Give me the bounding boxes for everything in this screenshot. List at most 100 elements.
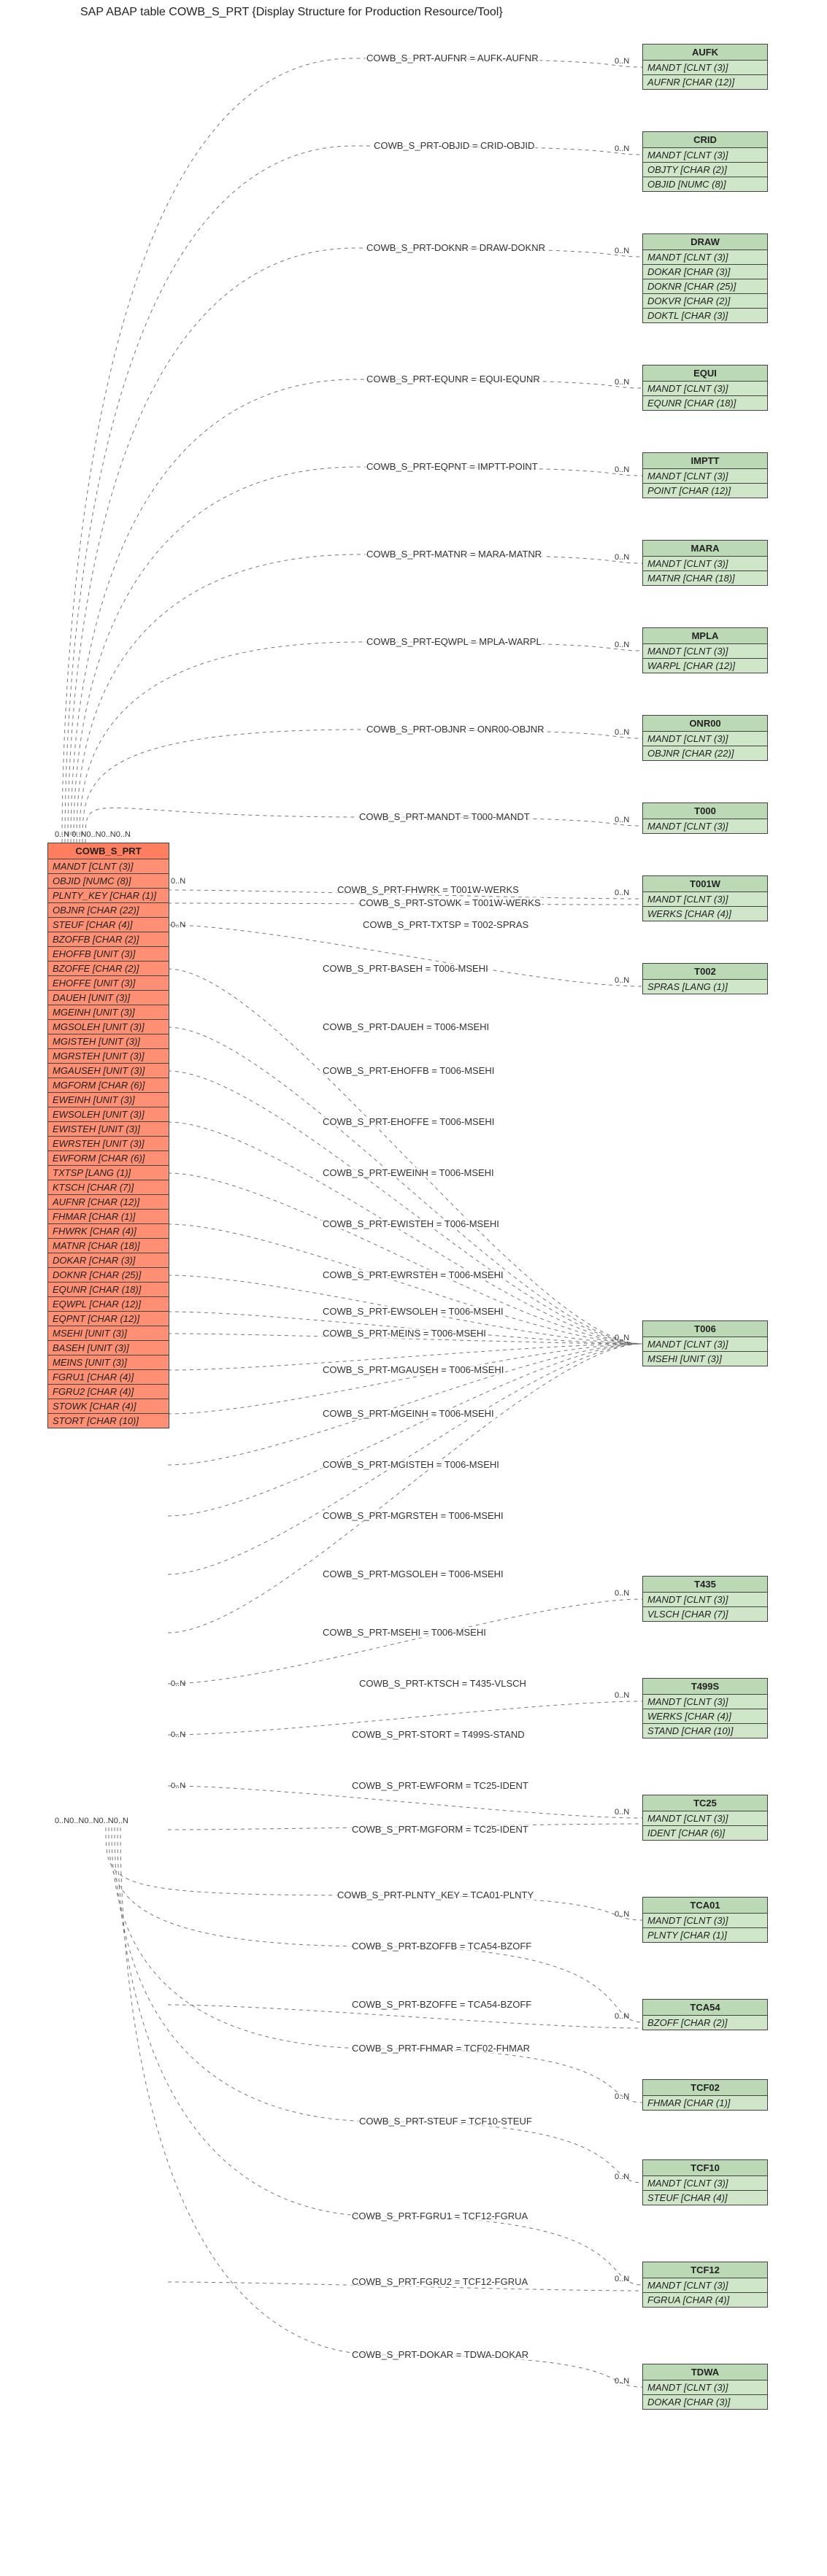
relation-label: COWB_S_PRT-AUFNR = AUFK-AUFNR [365, 53, 540, 63]
cardinality-label: 0..N [615, 57, 629, 66]
relation-label: COWB_S_PRT-MGEINH = T006-MSEHI [321, 1408, 496, 1419]
related-entity-field: STEUF [CHAR (4)] [643, 2191, 767, 2205]
relation-label: COWB_S_PRT-FHWRK = T001W-WERKS [336, 884, 520, 895]
related-entity-field: WARPL [CHAR (12)] [643, 659, 767, 673]
relation-label: COWB_S_PRT-EQUNR = EQUI-EQUNR [365, 374, 542, 384]
relation-label: COWB_S_PRT-BASEH = T006-MSEHI [321, 963, 490, 974]
main-entity-field: FHWRK [CHAR (4)] [48, 1224, 169, 1239]
related-entity-field: MANDT [CLNT (3)] [643, 382, 767, 396]
related-entity-field: MSEHI [UNIT (3)] [643, 1352, 767, 1366]
related-entity-field: MANDT [CLNT (3)] [643, 1337, 767, 1352]
related-entity-imptt: IMPTTMANDT [CLNT (3)]POINT [CHAR (12)] [642, 452, 768, 498]
main-entity-field: FHMAR [CHAR (1)] [48, 1210, 169, 1224]
related-entity-field: MANDT [CLNT (3)] [643, 1695, 767, 1709]
relation-label: COWB_S_PRT-STORT = T499S-STAND [350, 1729, 526, 1740]
main-entity-field: MGEINH [UNIT (3)] [48, 1005, 169, 1020]
cardinality-bottom: 0..N0..N0..N0..N0..N [55, 1817, 128, 1825]
relation-label: COWB_S_PRT-MANDT = T000-MANDT [358, 811, 531, 822]
related-entity-field: MANDT [CLNT (3)] [643, 1914, 767, 1928]
main-entity-field: BASEH [UNIT (3)] [48, 1341, 169, 1355]
main-entity: COWB_S_PRT MANDT [CLNT (3)]OBJID [NUMC (… [47, 843, 169, 1428]
related-entity-tcf02: TCF02FHMAR [CHAR (1)] [642, 2079, 768, 2111]
related-entity-mpla: MPLAMANDT [CLNT (3)]WARPL [CHAR (12)] [642, 627, 768, 673]
related-entity-field: STAND [CHAR (10)] [643, 1724, 767, 1738]
cardinality-label: 0..N [615, 553, 629, 562]
related-entity-field: MANDT [CLNT (3)] [643, 1593, 767, 1607]
cardinality-label: 0..N [171, 921, 185, 929]
related-entity-header: TCF02 [643, 2080, 767, 2096]
main-entity-field: EQWPL [CHAR (12)] [48, 1297, 169, 1312]
main-entity-field: BZOFFE [CHAR (2)] [48, 962, 169, 976]
cardinality-label: 0..N [171, 1679, 185, 1688]
relation-label: COWB_S_PRT-DOKNR = DRAW-DOKNR [365, 242, 547, 253]
main-entity-field: BZOFFB [CHAR (2)] [48, 932, 169, 947]
relation-label: COWB_S_PRT-EWFORM = TC25-IDENT [350, 1780, 530, 1791]
related-entity-header: MARA [643, 541, 767, 557]
related-entity-header: IMPTT [643, 453, 767, 469]
page-title: SAP ABAP table COWB_S_PRT {Display Struc… [80, 6, 503, 19]
main-entity-field: MANDT [CLNT (3)] [48, 859, 169, 874]
cardinality-label: 0..N [615, 816, 629, 824]
main-entity-field: MGISTEH [UNIT (3)] [48, 1034, 169, 1049]
relation-label: COWB_S_PRT-PLNTY_KEY = TCA01-PLNTY [336, 1890, 535, 1900]
related-entity-field: MANDT [CLNT (3)] [643, 892, 767, 907]
relation-label: COWB_S_PRT-MGRSTEH = T006-MSEHI [321, 1510, 505, 1521]
main-entity-field: MATNR [CHAR (18)] [48, 1239, 169, 1253]
related-entity-field: MANDT [CLNT (3)] [643, 469, 767, 484]
cardinality-label: 0..N [615, 2377, 629, 2386]
related-entity-field: DOKAR [CHAR (3)] [643, 2395, 767, 2409]
related-entity-field: MANDT [CLNT (3)] [643, 819, 767, 833]
relation-label: COWB_S_PRT-STOWK = T001W-WERKS [358, 897, 542, 908]
main-entity-field: FGRU2 [CHAR (4)] [48, 1385, 169, 1399]
cardinality-label: 0..N [615, 2092, 629, 2101]
relation-label: COWB_S_PRT-OBJNR = ONR00-OBJNR [365, 724, 546, 735]
related-entity-header: T499S [643, 1679, 767, 1695]
main-entity-field: TXTSP [LANG (1)] [48, 1166, 169, 1180]
related-entity-field: MANDT [CLNT (3)] [643, 2380, 767, 2395]
main-entity-field: STOWK [CHAR (4)] [48, 1399, 169, 1414]
main-entity-field: KTSCH [CHAR (7)] [48, 1180, 169, 1195]
related-entity-equi: EQUIMANDT [CLNT (3)]EQUNR [CHAR (18)] [642, 365, 768, 411]
related-entity-header: CRID [643, 132, 767, 148]
related-entity-field: MANDT [CLNT (3)] [643, 1811, 767, 1826]
main-entity-field: EWFORM [CHAR (6)] [48, 1151, 169, 1166]
relation-label: COWB_S_PRT-MGAUSEH = T006-MSEHI [321, 1364, 505, 1375]
cardinality-top: 0..N 0..N0..N0..N0..N [55, 830, 131, 839]
main-entity-field: DOKAR [CHAR (3)] [48, 1253, 169, 1268]
related-entity-tdwa: TDWAMANDT [CLNT (3)]DOKAR [CHAR (3)] [642, 2364, 768, 2410]
relation-label: COWB_S_PRT-DAUEH = T006-MSEHI [321, 1021, 491, 1032]
relation-label: COWB_S_PRT-EWEINH = T006-MSEHI [321, 1167, 496, 1178]
cardinality-label: 0..N [615, 2173, 629, 2181]
cardinality-label: 0..N [615, 2012, 629, 2021]
relation-label: COWB_S_PRT-FGRU1 = TCF12-FGRUA [350, 2211, 529, 2221]
related-entity-aufk: AUFKMANDT [CLNT (3)]AUFNR [CHAR (12)] [642, 44, 768, 90]
main-entity-field: MSEHI [UNIT (3)] [48, 1326, 169, 1341]
relation-label: COWB_S_PRT-BZOFFB = TCA54-BZOFF [350, 1941, 533, 1952]
relation-label: COWB_S_PRT-EQWPL = MPLA-WARPL [365, 636, 543, 647]
main-entity-field: EQPNT [CHAR (12)] [48, 1312, 169, 1326]
related-entity-header: TCF10 [643, 2160, 767, 2176]
related-entity-tcf10: TCF10MANDT [CLNT (3)]STEUF [CHAR (4)] [642, 2159, 768, 2205]
main-entity-field: STEUF [CHAR (4)] [48, 918, 169, 932]
related-entity-field: MANDT [CLNT (3)] [643, 250, 767, 265]
main-entity-field: MEINS [UNIT (3)] [48, 1355, 169, 1370]
main-entity-field: STORT [CHAR (10)] [48, 1414, 169, 1428]
relation-label: COWB_S_PRT-MEINS = T006-MSEHI [321, 1328, 488, 1339]
relation-label: COWB_S_PRT-BZOFFE = TCA54-BZOFF [350, 1999, 533, 2010]
related-entity-header: ONR00 [643, 716, 767, 732]
relation-label: COWB_S_PRT-EWRSTEH = T006-MSEHI [321, 1269, 505, 1280]
related-entity-t435: T435MANDT [CLNT (3)]VLSCH [CHAR (7)] [642, 1576, 768, 1622]
related-entity-onr00: ONR00MANDT [CLNT (3)]OBJNR [CHAR (22)] [642, 715, 768, 761]
related-entity-header: TDWA [643, 2364, 767, 2380]
cardinality-label: 0..N [171, 1782, 185, 1790]
cardinality-label: 0..N [171, 1730, 185, 1739]
related-entity-field: MANDT [CLNT (3)] [643, 644, 767, 659]
cardinality-label: 0..N [615, 976, 629, 985]
related-entity-header: T001W [643, 876, 767, 892]
relation-label: COWB_S_PRT-TXTSP = T002-SPRAS [361, 919, 530, 930]
cardinality-label: 0..N [615, 1691, 629, 1700]
relation-label: COWB_S_PRT-MGSOLEH = T006-MSEHI [321, 1569, 505, 1579]
main-entity-field: DOKNR [CHAR (25)] [48, 1268, 169, 1283]
related-entity-header: TC25 [643, 1795, 767, 1811]
related-entity-field: MANDT [CLNT (3)] [643, 61, 767, 75]
